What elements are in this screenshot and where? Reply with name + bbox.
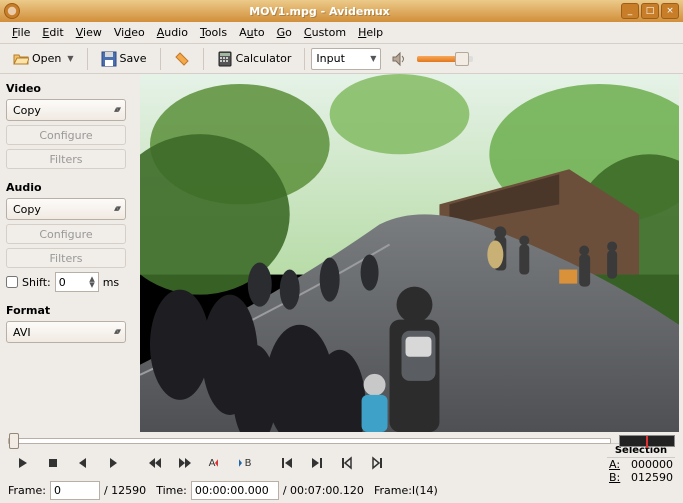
format-header: Format — [6, 304, 134, 317]
format-combo[interactable]: AVI ▴▾ — [6, 321, 126, 343]
combo-indicator-icon: ▴▾ — [114, 105, 119, 115]
shift-label: Shift: — [22, 276, 51, 289]
rewind-button[interactable] — [140, 452, 170, 474]
audio-header: Audio — [6, 181, 134, 194]
nav-row: A B Selection A:000000 B:012590 — [0, 450, 683, 478]
menu-view[interactable]: View — [70, 24, 108, 41]
marker-b-button[interactable]: B — [230, 452, 260, 474]
selection-a-value: 000000 — [631, 458, 673, 471]
selection-b-value: 012590 — [631, 471, 673, 484]
video-filters-button[interactable]: Filters — [6, 149, 126, 169]
menu-go[interactable]: Go — [271, 24, 298, 41]
combo-indicator-icon: ▴▾ — [114, 327, 119, 337]
timeline-row — [0, 432, 683, 450]
shift-checkbox[interactable] — [6, 276, 18, 288]
menu-edit[interactable]: Edit — [36, 24, 69, 41]
selection-b-label: B: — [609, 471, 620, 484]
shift-value: 0 — [59, 276, 66, 289]
marker-a-button[interactable]: A — [200, 452, 230, 474]
menu-custom[interactable]: Custom — [298, 24, 352, 41]
info-button[interactable] — [167, 48, 197, 70]
menu-auto[interactable]: Auto — [233, 24, 271, 41]
format-value: AVI — [13, 326, 31, 339]
video-header: Video — [6, 82, 134, 95]
chevron-down-icon: ▼ — [67, 54, 73, 63]
menubar: File Edit View Video Audio Tools Auto Go… — [0, 22, 683, 44]
calculator-label: Calculator — [236, 52, 292, 65]
app-menu-icon[interactable] — [4, 3, 20, 19]
audio-filters-button[interactable]: Filters — [6, 248, 126, 268]
prev-keyframe-button[interactable] — [332, 452, 362, 474]
next-keyframe-button[interactable] — [362, 452, 392, 474]
save-label: Save — [120, 52, 147, 65]
prev-frame-button[interactable] — [68, 452, 98, 474]
audio-configure-button[interactable]: Configure — [6, 224, 126, 244]
calculator-button[interactable]: Calculator — [210, 48, 299, 70]
menu-help[interactable]: Help — [352, 24, 389, 41]
toolbar: Open ▼ Save Calculator Input ▼ — [0, 44, 683, 74]
time-label: Time: — [156, 484, 187, 497]
selection-panel: Selection A:000000 B:012590 — [607, 443, 675, 484]
shift-spin[interactable]: 0 ▴▾ — [55, 272, 99, 292]
window-title: MOV1.mpg - Avidemux — [20, 5, 619, 18]
audio-codec-value: Copy — [13, 203, 41, 216]
info-icon — [174, 51, 190, 67]
frame-total: / 12590 — [104, 484, 146, 497]
floppy-icon — [101, 51, 117, 67]
status-bar: Frame: 0 / 12590 Time: 00:00:00.000 / 00… — [0, 478, 683, 502]
frame-field[interactable]: 0 — [50, 481, 100, 500]
video-preview — [140, 74, 679, 432]
speaker-icon[interactable] — [391, 51, 407, 67]
titlebar: MOV1.mpg - Avidemux _ □ × — [0, 0, 683, 22]
combo-indicator-icon: ▴▾ — [114, 204, 119, 214]
folder-open-icon — [13, 51, 29, 67]
video-codec-value: Copy — [13, 104, 41, 117]
time-field[interactable]: 00:00:00.000 — [191, 481, 279, 500]
left-panel: Video Copy ▴▾ Configure Filters Audio Co… — [0, 74, 140, 432]
next-frame-button[interactable] — [98, 452, 128, 474]
audio-codec-combo[interactable]: Copy ▴▾ — [6, 198, 126, 220]
frame-type: Frame:I(14) — [374, 484, 438, 497]
selection-a-label: A: — [609, 458, 620, 471]
menu-video[interactable]: Video — [108, 24, 151, 41]
minimize-button[interactable]: _ — [621, 3, 639, 19]
menu-file[interactable]: File — [6, 24, 36, 41]
selection-marker-bar — [619, 435, 675, 447]
forward-button[interactable] — [170, 452, 200, 474]
time-total: / 00:07:00.120 — [283, 484, 364, 497]
timeline-thumb[interactable] — [9, 433, 19, 449]
save-button[interactable]: Save — [94, 48, 154, 70]
menu-audio[interactable]: Audio — [151, 24, 194, 41]
chevron-down-icon: ▼ — [370, 54, 376, 63]
input-selector[interactable]: Input ▼ — [311, 48, 381, 70]
play-button[interactable] — [8, 452, 38, 474]
video-configure-button[interactable]: Configure — [6, 125, 126, 145]
open-label: Open — [32, 52, 61, 65]
volume-slider[interactable] — [417, 56, 473, 62]
video-codec-combo[interactable]: Copy ▴▾ — [6, 99, 126, 121]
menu-tools[interactable]: Tools — [194, 24, 233, 41]
open-button[interactable]: Open ▼ — [6, 48, 81, 70]
shift-unit: ms — [103, 276, 119, 289]
goto-end-button[interactable] — [302, 452, 332, 474]
close-button[interactable]: × — [661, 3, 679, 19]
maximize-button[interactable]: □ — [641, 3, 659, 19]
frame-label: Frame: — [8, 484, 46, 497]
input-label: Input — [316, 52, 344, 65]
timeline-slider[interactable] — [8, 438, 611, 444]
stop-button[interactable] — [38, 452, 68, 474]
goto-start-button[interactable] — [272, 452, 302, 474]
calculator-icon — [217, 51, 233, 67]
